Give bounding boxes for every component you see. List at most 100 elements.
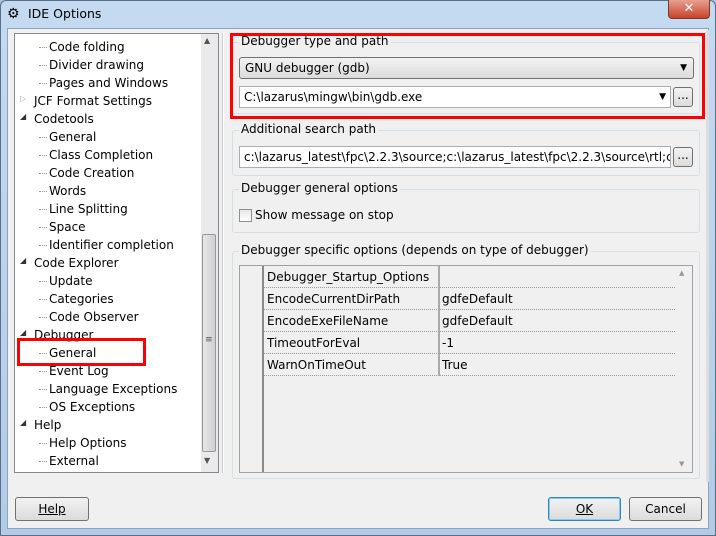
scroll-up-icon[interactable]: ▲ [204, 36, 210, 45]
tree-item[interactable]: Code Creation [49, 164, 134, 182]
tree-connector [39, 245, 47, 246]
collapse-icon[interactable]: ◢ [20, 418, 26, 427]
tree-item[interactable]: General [49, 128, 96, 146]
collapse-icon[interactable]: ◢ [20, 256, 26, 265]
tree-item-label: Code Explorer [34, 256, 119, 270]
tree-connector [39, 443, 47, 444]
expand-icon[interactable]: ▷ [20, 94, 26, 103]
tree-connector [39, 461, 47, 462]
tree-item-label: JCF Format Settings [34, 94, 152, 108]
property-value[interactable]: gdfeDefault [439, 288, 675, 310]
tree-item-label: Class Completion [49, 148, 154, 162]
collapse-icon[interactable]: ◢ [20, 112, 26, 121]
property-name: EncodeExeFileName [264, 310, 439, 332]
tree-connector [39, 299, 47, 300]
tree-item[interactable]: Code folding [49, 38, 125, 56]
tree-item[interactable]: Pages and Windows [49, 74, 168, 92]
cancel-button[interactable]: Cancel [629, 497, 702, 521]
splitter[interactable] [222, 33, 224, 473]
grid-scrollbar[interactable]: ▲ ▼ [675, 266, 692, 472]
tree-scrollbar[interactable]: ▲ ≡ ▼ [201, 34, 218, 472]
tree-connector [39, 209, 47, 210]
collapse-icon[interactable]: ◢ [20, 328, 26, 337]
tree-item[interactable]: Update [49, 272, 92, 290]
tree-item-label: General [49, 130, 97, 144]
scroll-up-icon[interactable]: ▲ [679, 269, 684, 277]
tree-item-label: Code Observer [49, 310, 139, 324]
tree-item-label: Code folding [49, 40, 125, 54]
tree-connector [39, 281, 47, 282]
tree-item[interactable]: Help Options [49, 434, 126, 452]
property-value[interactable]: gdfeDefault [439, 310, 675, 332]
tree-item-label: Help Options [49, 436, 127, 450]
search-path-title: Additional search path [239, 122, 379, 136]
tree-connector [39, 155, 47, 156]
tree-item-label: Identifier completion [49, 238, 174, 252]
tree-item[interactable]: External [49, 452, 99, 470]
tree-item-label: Pages and Windows [49, 76, 169, 90]
grid-column-divider[interactable] [439, 266, 440, 376]
tree-item[interactable]: Help [34, 416, 61, 434]
ok-button[interactable]: OK [548, 497, 621, 521]
tree-item-label: Language Exceptions [49, 382, 178, 396]
tree-item-label: Help [34, 418, 62, 432]
property-name: WarnOnTimeOut [264, 354, 439, 376]
highlight-debugger-type [230, 33, 705, 119]
window-title: IDE Options [28, 6, 102, 21]
tree-item-label: Update [49, 274, 93, 288]
search-path-value: c:\lazarus_latest\fpc\2.2.3\source;c:\la… [244, 150, 670, 164]
tree-connector [39, 227, 47, 228]
close-button[interactable]: ✕ [668, 0, 710, 19]
scroll-thumb[interactable]: ≡ [202, 234, 216, 452]
tree-item-label: Codetools [34, 112, 94, 126]
highlight-general [17, 338, 146, 366]
tree-item-label: Categories [49, 292, 114, 306]
help-button[interactable]: Help [15, 497, 89, 521]
options-tree[interactable]: Code folding Divider drawing Pages and Win… [14, 33, 219, 473]
specific-options-title: Debugger specific options (depends on ty… [239, 243, 591, 257]
tree-connector [39, 65, 47, 66]
tree-item[interactable]: Code Explorer [34, 254, 119, 272]
tree-item[interactable]: Space [49, 218, 86, 236]
tree-item[interactable]: Divider drawing [49, 56, 144, 74]
tree-item-label: External [49, 454, 99, 468]
tree-connector [39, 317, 47, 318]
tree-item-label: Line Splitting [49, 202, 128, 216]
property-value[interactable] [439, 266, 675, 288]
search-path-input[interactable]: c:\lazarus_latest\fpc\2.2.3\source;c:\la… [239, 146, 671, 168]
tree-item[interactable]: Words [49, 182, 86, 200]
browse-search-path-button[interactable]: ... [673, 147, 693, 167]
show-message-checkbox[interactable] [239, 209, 252, 222]
tree-item[interactable]: Class Completion [49, 146, 153, 164]
show-message-label[interactable]: Show message on stop [255, 208, 394, 222]
tree-item[interactable]: Code Observer [49, 308, 139, 326]
tree-connector [39, 173, 47, 174]
tree-item[interactable]: Language Exceptions [49, 380, 177, 398]
right-panel-edge [706, 30, 709, 482]
tree-connector [39, 137, 47, 138]
help-button-label: Help [38, 502, 66, 516]
property-value[interactable]: True [439, 354, 675, 376]
tree-connector [39, 83, 47, 84]
tree-item-label: Divider drawing [49, 58, 145, 72]
tree-item[interactable]: JCF Format Settings [34, 92, 152, 110]
tree-connector [39, 389, 47, 390]
scroll-down-icon[interactable]: ▼ [679, 460, 684, 468]
tree-item-label: Space [49, 220, 86, 234]
tree-item-label: Event Log [49, 364, 109, 378]
tree-item[interactable]: Codetools [34, 110, 94, 128]
tree-item[interactable]: OS Exceptions [49, 398, 135, 416]
general-options-title: Debugger general options [239, 181, 400, 195]
scroll-down-icon[interactable]: ▼ [204, 456, 210, 465]
property-value[interactable]: -1 [439, 332, 675, 354]
tree-item[interactable]: Line Splitting [49, 200, 128, 218]
tree-item-label: OS Exceptions [49, 400, 136, 414]
tree-item[interactable]: Identifier completion [49, 236, 174, 254]
property-name: EncodeCurrentDirPath [264, 288, 439, 310]
app-icon: ⚙ [7, 6, 20, 22]
tree-connector [39, 407, 47, 408]
grip-icon: ≡ [205, 335, 213, 345]
tree-item[interactable]: Categories [49, 290, 114, 308]
tree-connector [39, 191, 47, 192]
property-grid[interactable]: Debugger_Startup_Options EncodeCurrentDir… [239, 265, 693, 473]
